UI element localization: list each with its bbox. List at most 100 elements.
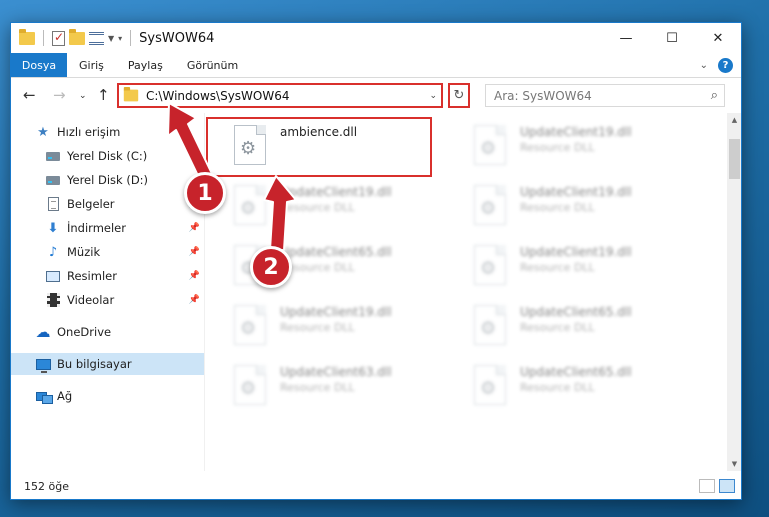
sidebar-item-onedrive[interactable]: ☁ OneDrive xyxy=(11,321,204,343)
sidebar-item-label: Bu bilgisayar xyxy=(57,357,132,371)
dll-file-icon: ⚙ xyxy=(234,365,266,405)
sidebar-item-local-disk-d[interactable]: Yerel Disk (D:) xyxy=(11,169,204,191)
file-item[interactable]: ⚙ UpdateClient19.dll Resource DLL xyxy=(446,119,676,173)
folder-icon xyxy=(123,86,139,102)
gear-icon: ⚙ xyxy=(240,318,257,339)
address-path[interactable]: C:\Windows\SysWOW64 xyxy=(146,89,429,103)
ribbon-right-controls: ⌄ ? xyxy=(700,53,741,77)
tab-home[interactable]: Giriş xyxy=(67,53,116,77)
download-icon: ⬇ xyxy=(47,220,59,236)
close-button[interactable]: ✕ xyxy=(695,23,741,53)
customize-toolbar-icon[interactable]: ▾ xyxy=(118,34,122,43)
gear-icon: ⚙ xyxy=(480,378,497,399)
file-name: UpdateClient19.dll xyxy=(520,125,632,139)
tab-file[interactable]: Dosya xyxy=(11,53,67,77)
sidebar-item-label: OneDrive xyxy=(57,325,112,339)
view-icon[interactable] xyxy=(89,31,104,45)
network-icon xyxy=(35,390,53,404)
search-icon[interactable]: ⌕ xyxy=(711,88,718,103)
window-title: SysWOW64 xyxy=(139,30,215,46)
navigation-bar: ← → ⌄ ↑ C:\Windows\SysWOW64 ⌄ ↻ Ara: Sys… xyxy=(11,79,741,113)
file-item-ambience[interactable]: ⚙ ambience.dll xyxy=(206,117,436,177)
sidebar-item-videos[interactable]: Videolar 📌 xyxy=(11,289,204,311)
sidebar-item-network[interactable]: Ağ xyxy=(11,385,204,407)
sidebar-item-this-pc[interactable]: Bu bilgisayar xyxy=(11,353,204,375)
sidebar-item-local-disk-c[interactable]: Yerel Disk (C:) xyxy=(11,145,204,167)
gear-icon: ⚙ xyxy=(480,318,497,339)
pin-icon[interactable]: 📌 xyxy=(189,271,200,281)
chevron-down-icon[interactable]: ▼ xyxy=(108,34,114,43)
file-type: Resource DLL xyxy=(520,141,595,154)
file-type: Resource DLL xyxy=(520,321,595,334)
search-input[interactable]: Ara: SysWOW64 xyxy=(494,89,711,103)
window-controls: — ☐ ✕ xyxy=(603,23,741,53)
properties-icon[interactable] xyxy=(52,30,65,46)
file-item[interactable]: ⚙ UpdateClient65.dll Resource DLL xyxy=(446,299,676,353)
refresh-icon: ↻ xyxy=(453,88,465,103)
gear-icon: ⚙ xyxy=(240,198,257,219)
tab-share[interactable]: Paylaş xyxy=(116,53,175,77)
file-item[interactable]: ⚙ UpdateClient19.dll Resource DLL xyxy=(446,239,676,293)
close-icon: ✕ xyxy=(712,30,724,46)
scroll-up-icon[interactable]: ▲ xyxy=(727,113,741,127)
dll-file-icon: ⚙ xyxy=(474,245,506,285)
file-name: UpdateClient19.dll xyxy=(280,305,392,319)
back-arrow-icon[interactable]: ← xyxy=(23,86,36,104)
gear-icon: ⚙ xyxy=(240,138,257,159)
sidebar-item-downloads[interactable]: ⬇ İndirmeler 📌 xyxy=(11,217,204,239)
file-explorer-window: ▼ ▾ SysWOW64 — ☐ ✕ Dosya Giriş Paylaş Gö… xyxy=(10,22,742,500)
file-name: UpdateClient19.dll xyxy=(520,185,632,199)
recent-locations-icon[interactable]: ⌄ xyxy=(79,91,87,101)
dll-file-icon: ⚙ xyxy=(474,365,506,405)
new-folder-icon[interactable] xyxy=(69,28,85,45)
sidebar-item-label: Hızlı erişim xyxy=(57,125,121,139)
sidebar-item-label: Videolar xyxy=(67,293,115,307)
drive-icon xyxy=(46,175,60,185)
title-bar: ▼ ▾ SysWOW64 — ☐ ✕ xyxy=(11,23,741,53)
sidebar-item-documents[interactable]: Belgeler 📌 xyxy=(11,193,204,215)
tab-view[interactable]: Görünüm xyxy=(175,53,250,77)
help-icon[interactable]: ? xyxy=(718,57,733,73)
maximize-button[interactable]: ☐ xyxy=(649,23,695,53)
file-item[interactable]: ⚙ UpdateClient65.dll Resource DLL xyxy=(446,359,676,413)
sidebar-item-quick-access[interactable]: ★ Hızlı erişim xyxy=(11,121,204,143)
dll-file-icon: ⚙ xyxy=(474,125,506,165)
pictures-icon xyxy=(46,270,60,282)
sidebar-item-label: Belgeler xyxy=(67,197,115,211)
video-icon xyxy=(46,293,60,307)
step-2-badge: 2 xyxy=(250,246,292,288)
refresh-button[interactable]: ↻ xyxy=(448,83,470,108)
file-item[interactable]: ⚙ UpdateClient63.dll Resource DLL xyxy=(206,359,436,413)
chevron-down-icon[interactable]: ⌄ xyxy=(429,91,437,101)
minimize-button[interactable]: — xyxy=(603,23,649,53)
pin-icon[interactable]: 📌 xyxy=(189,247,200,257)
status-bar: 152 öğe xyxy=(11,473,741,499)
address-bar[interactable]: C:\Windows\SysWOW64 ⌄ xyxy=(117,83,443,108)
computer-icon xyxy=(35,358,51,373)
sidebar-item-pictures[interactable]: Resimler 📌 xyxy=(11,265,204,287)
tiles-view-icon[interactable] xyxy=(719,479,735,493)
expand-ribbon-icon[interactable]: ⌄ xyxy=(700,60,708,71)
pin-icon[interactable]: 📌 xyxy=(189,223,200,233)
scrollbar-thumb[interactable] xyxy=(729,139,740,179)
scroll-down-icon[interactable]: ▼ xyxy=(727,457,741,471)
file-type: Resource DLL xyxy=(280,201,355,214)
file-item[interactable]: ⚙ UpdateClient19.dll Resource DLL xyxy=(206,179,436,233)
dll-file-icon: ⚙ xyxy=(234,185,266,225)
gear-icon: ⚙ xyxy=(480,138,497,159)
details-view-icon[interactable] xyxy=(699,479,715,493)
file-type: Resource DLL xyxy=(520,261,595,274)
sidebar-item-label: Yerel Disk (C:) xyxy=(67,149,148,163)
up-arrow-icon[interactable]: ↑ xyxy=(97,86,110,104)
vertical-scrollbar[interactable]: ▲ ▼ xyxy=(727,113,741,471)
file-item[interactable]: ⚙ UpdateClient65.dll Resource DLL xyxy=(206,239,436,293)
file-item[interactable]: ⚙ UpdateClient19.dll Resource DLL xyxy=(446,179,676,233)
pin-icon[interactable]: 📌 xyxy=(189,295,200,305)
dll-file-icon: ⚙ xyxy=(234,125,266,165)
search-box[interactable]: Ara: SysWOW64 ⌕ xyxy=(485,84,725,107)
minimize-icon: — xyxy=(619,30,633,46)
file-item[interactable]: ⚙ UpdateClient19.dll Resource DLL xyxy=(206,299,436,353)
file-list: ⚙ ambience.dll ⚙ UpdateClient19.dll Reso… xyxy=(206,113,727,471)
sidebar-item-music[interactable]: ♪ Müzik 📌 xyxy=(11,241,204,263)
forward-arrow-icon[interactable]: → xyxy=(53,86,66,104)
